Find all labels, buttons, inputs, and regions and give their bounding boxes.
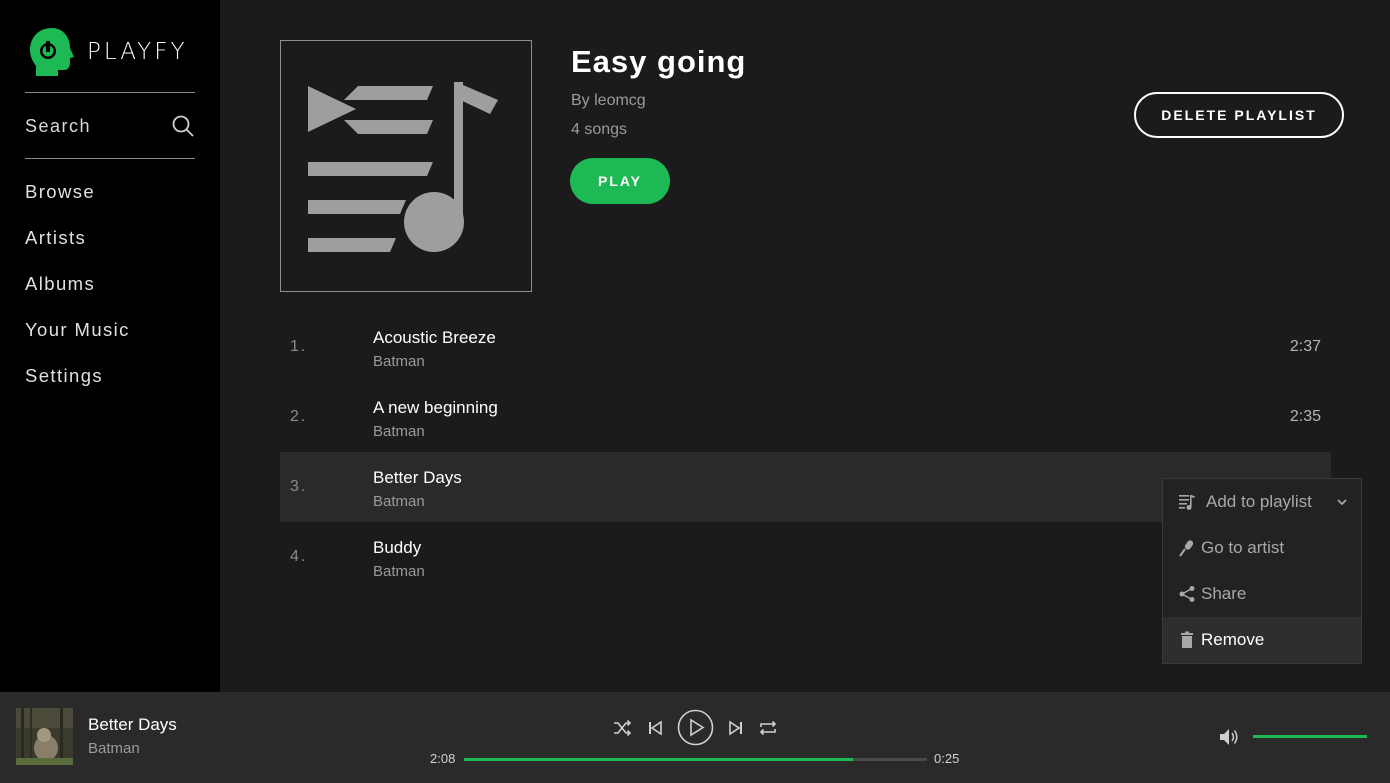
playlist-cover bbox=[280, 40, 532, 292]
nav-item-your-music[interactable]: Your Music bbox=[25, 310, 130, 356]
search-field[interactable]: Search bbox=[25, 100, 195, 152]
sidebar: PLAYFY Search Browse Artists Albums Your… bbox=[0, 0, 220, 692]
nav-item-artists[interactable]: Artists bbox=[25, 218, 130, 264]
logo[interactable]: PLAYFY bbox=[28, 26, 188, 78]
remaining-time: 0:25 bbox=[934, 751, 960, 766]
menu-item-go-to-artist[interactable]: Go to artist bbox=[1163, 525, 1361, 571]
chevron-down-icon[interactable] bbox=[1335, 495, 1349, 509]
nav-item-settings[interactable]: Settings bbox=[25, 356, 130, 402]
volume-slider[interactable] bbox=[1253, 735, 1367, 738]
next-icon[interactable] bbox=[728, 720, 744, 736]
track-number: 1. bbox=[290, 338, 308, 355]
previous-icon[interactable] bbox=[647, 720, 663, 736]
menu-item-label: Add to playlist bbox=[1206, 492, 1312, 511]
track-row[interactable]: 2. A new beginning Batman 2:35 bbox=[280, 382, 1331, 452]
elapsed-time: 2:08 bbox=[430, 751, 456, 766]
trash-icon bbox=[1181, 631, 1193, 648]
nav-item-browse[interactable]: Browse bbox=[25, 172, 130, 218]
now-playing-artwork[interactable] bbox=[16, 708, 73, 765]
shuffle-icon[interactable] bbox=[612, 718, 632, 738]
play-pause-button[interactable] bbox=[677, 709, 714, 746]
playlist-music-icon bbox=[308, 82, 498, 252]
track-title[interactable]: Acoustic Breeze bbox=[373, 328, 496, 348]
volume-icon[interactable] bbox=[1218, 726, 1240, 748]
sidebar-divider bbox=[25, 158, 195, 159]
playlist-title: Easy going bbox=[571, 44, 747, 79]
player-bar: Better Days Batman 2:08 0:25 bbox=[0, 692, 1390, 783]
track-artist[interactable]: Batman bbox=[373, 563, 425, 580]
playlist-owner[interactable]: By leomcg bbox=[571, 92, 646, 110]
search-label: Search bbox=[25, 115, 92, 136]
track-number: 3. bbox=[290, 478, 308, 495]
search-icon[interactable] bbox=[171, 114, 195, 138]
track-artist[interactable]: Batman bbox=[373, 423, 425, 440]
delete-playlist-button[interactable]: DELETE PLAYLIST bbox=[1134, 92, 1344, 138]
menu-item-label: Remove bbox=[1201, 630, 1265, 649]
track-artist[interactable]: Batman bbox=[373, 493, 425, 510]
track-number: 2. bbox=[290, 408, 308, 425]
menu-item-label: Share bbox=[1201, 584, 1247, 603]
now-playing-title[interactable]: Better Days bbox=[88, 715, 177, 735]
microphone-icon bbox=[1179, 540, 1194, 557]
menu-item-add-to-playlist[interactable]: Add to playlist bbox=[1163, 479, 1361, 525]
track-duration: 2:35 bbox=[1289, 408, 1321, 425]
menu-item-remove[interactable]: Remove bbox=[1163, 617, 1361, 663]
now-playing-artist[interactable]: Batman bbox=[88, 740, 140, 757]
progress-fill bbox=[464, 758, 853, 761]
track-context-menu: Add to playlist Go to artist Share Remov… bbox=[1162, 478, 1362, 664]
app-name: PLAYFY bbox=[87, 39, 188, 65]
repeat-icon[interactable] bbox=[758, 718, 778, 738]
playlist-song-count: 4 songs bbox=[571, 121, 628, 138]
menu-item-share[interactable]: Share bbox=[1163, 571, 1361, 617]
track-number: 4. bbox=[290, 548, 308, 565]
track-title[interactable]: Buddy bbox=[373, 538, 421, 558]
track-duration: 2:37 bbox=[1289, 338, 1321, 355]
track-title[interactable]: A new beginning bbox=[373, 398, 498, 418]
menu-item-label: Go to artist bbox=[1201, 538, 1285, 557]
play-button[interactable]: PLAY bbox=[570, 158, 670, 204]
app-window: PLAYFY Search Browse Artists Albums Your… bbox=[0, 0, 1390, 783]
share-icon bbox=[1179, 586, 1195, 602]
sidebar-divider bbox=[25, 92, 195, 93]
track-row[interactable]: 1. Acoustic Breeze Batman 2:37 bbox=[280, 312, 1331, 382]
track-title[interactable]: Better Days bbox=[373, 468, 462, 488]
volume-fill bbox=[1253, 735, 1367, 738]
progress-bar[interactable] bbox=[464, 758, 927, 761]
playlist-add-icon bbox=[1179, 495, 1195, 510]
nav-item-albums[interactable]: Albums bbox=[25, 264, 130, 310]
album-art-image bbox=[16, 708, 73, 765]
sidebar-nav: Browse Artists Albums Your Music Setting… bbox=[25, 172, 130, 402]
track-artist[interactable]: Batman bbox=[373, 353, 425, 370]
headphones-logo-icon bbox=[30, 28, 74, 76]
